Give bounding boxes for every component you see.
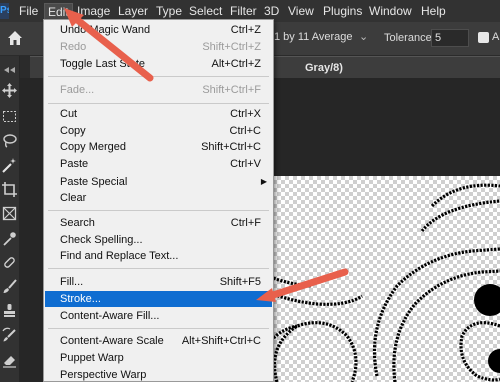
menu-item-clear[interactable]: Clear [44,190,273,206]
menu-item-shortcut: Ctrl+Z [230,24,261,36]
menu-item-shortcut: Ctrl+C [229,125,261,137]
menu-separator [48,76,269,77]
menu-item-label: Stroke... [60,293,101,305]
menu-item-label: Fill... [60,276,84,288]
menu-item-check-spelling[interactable]: Check Spelling... [44,232,273,248]
clone-stamp-tool-icon[interactable] [1,302,18,319]
menu-item-redo[interactable]: Redo Shift+Ctrl+Z [44,39,273,55]
menu-separator [48,328,269,329]
menu-item-label: Puppet Warp [60,352,124,364]
menu-item-puppet-warp[interactable]: Puppet Warp [44,350,273,366]
home-icon[interactable] [5,28,25,48]
eyedropper-tool-icon[interactable] [1,230,18,247]
menu-item-shortcut: Shift+Ctrl+C [201,141,261,153]
tolerance-input[interactable]: 5 [431,29,469,47]
menu-item-copy-merged[interactable]: Copy Merged Shift+Ctrl+C [44,139,273,155]
menu-item-label: Copy Merged [60,141,127,153]
menu-item-search[interactable]: Search Ctrl+F [44,215,273,231]
menu-view[interactable]: View [285,3,317,20]
document-canvas[interactable] [257,176,500,382]
document-tab-title-mode: Gray/8) [305,62,343,74]
frame-tool-icon[interactable] [1,205,18,222]
collapse-icon[interactable] [1,62,18,79]
menu-separator [48,210,269,211]
menu-item-copy[interactable]: Copy Ctrl+C [44,123,273,139]
menu-item-label: Paste [60,158,89,170]
edit-menu-dropdown: Undo Magic Wand Ctrl+Z Redo Shift+Ctrl+Z… [43,19,274,382]
submenu-arrow-icon: ▶ [260,177,267,186]
menu-item-label: Content-Aware Scale [60,335,164,347]
menu-item-label: Paste Special [60,176,128,188]
anti-alias-checkbox[interactable] [478,32,489,43]
menu-item-shortcut: Ctrl+X [230,108,261,120]
chevron-down-icon[interactable]: ⌄ [359,30,368,43]
menu-image[interactable]: Image [74,3,113,20]
menu-item-label: Perspective Warp [60,369,147,381]
menu-item-undo[interactable]: Undo Magic Wand Ctrl+Z [44,22,273,38]
menu-layer[interactable]: Layer [115,3,151,20]
menu-item-label: Fade... [60,84,95,96]
menu-item-paste-special[interactable]: Paste Special ▶ [44,174,273,190]
menu-item-label: Toggle Last State [60,58,146,70]
magic-wand-tool-icon[interactable] [1,157,18,174]
menu-item-shortcut: Shift+Ctrl+F [202,84,261,96]
menu-help[interactable]: Help [418,3,449,20]
menu-item-paste[interactable]: Paste Ctrl+V [44,156,273,172]
menu-item-label: Redo [60,41,87,53]
history-brush-tool-icon[interactable] [1,327,18,344]
menu-select[interactable]: Select [186,3,225,20]
anti-alias-label: Ar [492,31,500,43]
menu-item-content-aware-scale[interactable]: Content-Aware Scale Alt+Shift+Ctrl+C [44,333,273,349]
sample-size-dropdown[interactable]: 1 by 11 Average [274,31,353,43]
menu-item-shortcut: Shift+Ctrl+Z [202,41,261,53]
menu-item-stroke[interactable]: Stroke... [45,291,272,307]
menu-item-perspective-warp[interactable]: Perspective Warp [44,367,273,382]
menu-filter[interactable]: Filter [227,3,260,20]
menu-plugins[interactable]: Plugins [320,3,365,20]
menu-item-shortcut: Alt+Shift+Ctrl+C [181,335,261,347]
menu-item-label: Undo Magic Wand [60,24,151,36]
crop-tool-icon[interactable] [1,181,18,198]
menu-type[interactable]: Type [153,3,185,20]
menu-item-fill[interactable]: Fill... Shift+F5 [44,274,273,290]
menu-item-shortcut: Ctrl+V [230,158,261,170]
menu-file[interactable]: File [16,3,41,20]
menu-item-fade[interactable]: Fade... Shift+Ctrl+F [44,82,273,98]
menu-item-shortcut: Ctrl+F [230,217,261,229]
menu-item-shortcut: Alt+Ctrl+Z [211,58,261,70]
menu-edit[interactable]: Edit [44,3,73,20]
marquee-tool-icon[interactable] [1,108,18,125]
menu-item-label: Clear [60,192,87,204]
lasso-tool-icon[interactable] [1,132,18,149]
menu-item-cut[interactable]: Cut Ctrl+X [44,106,273,122]
menu-item-label: Check Spelling... [60,234,143,246]
healing-brush-tool-icon[interactable] [1,254,18,271]
move-tool-icon[interactable] [1,82,18,99]
menu-separator [48,268,269,269]
menu-item-toggle-last-state[interactable]: Toggle Last State Alt+Ctrl+Z [44,56,273,72]
menu-item-label: Find and Replace Text... [60,250,179,262]
artwork-outline [257,183,500,382]
menu-separator [48,103,269,104]
app-logo[interactable]: Ps [0,3,9,19]
menu-item-label: Search [60,217,95,229]
menu-item-find-replace[interactable]: Find and Replace Text... [44,248,273,264]
eraser-tool-icon[interactable] [1,352,18,369]
tolerance-label: Tolerance: [384,32,435,44]
menu-item-label: Copy [60,125,86,137]
menu-3d[interactable]: 3D [261,3,282,20]
menu-item-label: Cut [60,108,78,120]
brush-tool-icon[interactable] [1,278,18,295]
menu-item-content-aware-fill[interactable]: Content-Aware Fill... [44,308,273,324]
menu-item-label: Content-Aware Fill... [60,310,160,322]
menu-window[interactable]: Window [366,3,415,20]
tools-panel [0,56,20,382]
menu-item-shortcut: Shift+F5 [219,276,261,288]
